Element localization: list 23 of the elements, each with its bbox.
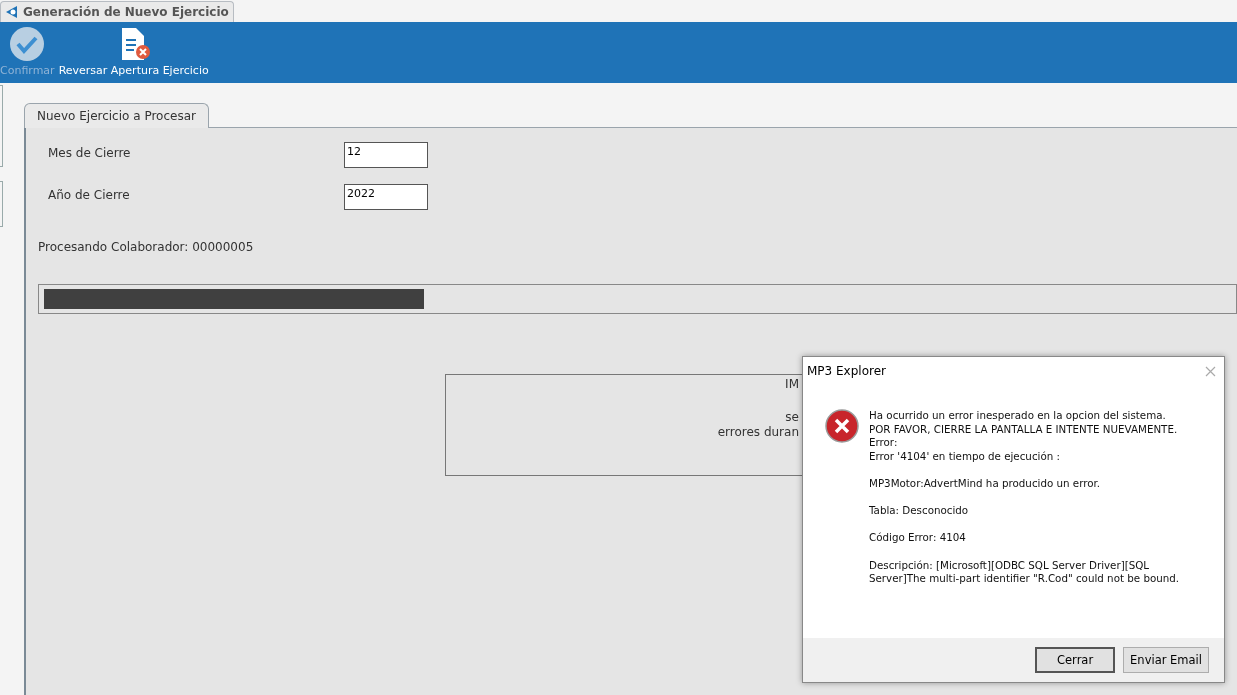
- status-text: Procesando Colaborador: 00000005: [38, 240, 255, 254]
- input-field[interactable]: 12: [344, 142, 428, 168]
- close-icon[interactable]: [1205, 365, 1216, 377]
- error-message: MP3Motor:AdvertMind ha producido un error.: [869, 476, 1102, 491]
- error-message: Tabla: Desconocido: [869, 504, 970, 518]
- error-icon: [825, 409, 859, 443]
- dialog-button[interactable]: Enviar Email: [1123, 647, 1209, 673]
- input-field[interactable]: 2022: [344, 184, 428, 210]
- notice-text: errores duran: [717, 425, 799, 440]
- dialog-title: MP3 Explorer: [807, 364, 886, 378]
- error-message: Descripción: [Microsoft][ODBC SQL Server Driver][SQL Server]The multi-part identifier "R.Cod" could not be bound.: [869, 558, 1180, 586]
- window-tab[interactable]: Generación de Nuevo Ejercicio: [0, 1, 234, 22]
- app-logo-icon: [5, 5, 19, 19]
- field-label: Mes de Cierre: [47, 145, 132, 160]
- dialog-button[interactable]: Cerrar: [1035, 647, 1116, 673]
- notice-text: IM: [785, 377, 799, 392]
- notice-text: se: [785, 410, 799, 425]
- toolbar-button[interactable]: Reversar Apertura Ejercicio: [58, 26, 213, 77]
- panel-tab[interactable]: Nuevo Ejercicio a Procesar: [24, 103, 209, 128]
- checkmark-icon: [9, 26, 46, 62]
- field-label: Año de Cierre: [47, 187, 131, 202]
- error-message: Ha ocurrido un error inesperado en la opcion del sistema. POR FAVOR, CIERRE LA PANTALLA E INTENTE NUEVAMENTE. Error: Error '4104' en tiempo de ejecución :: [869, 409, 1179, 464]
- error-message: Código Error: 4104: [869, 531, 967, 545]
